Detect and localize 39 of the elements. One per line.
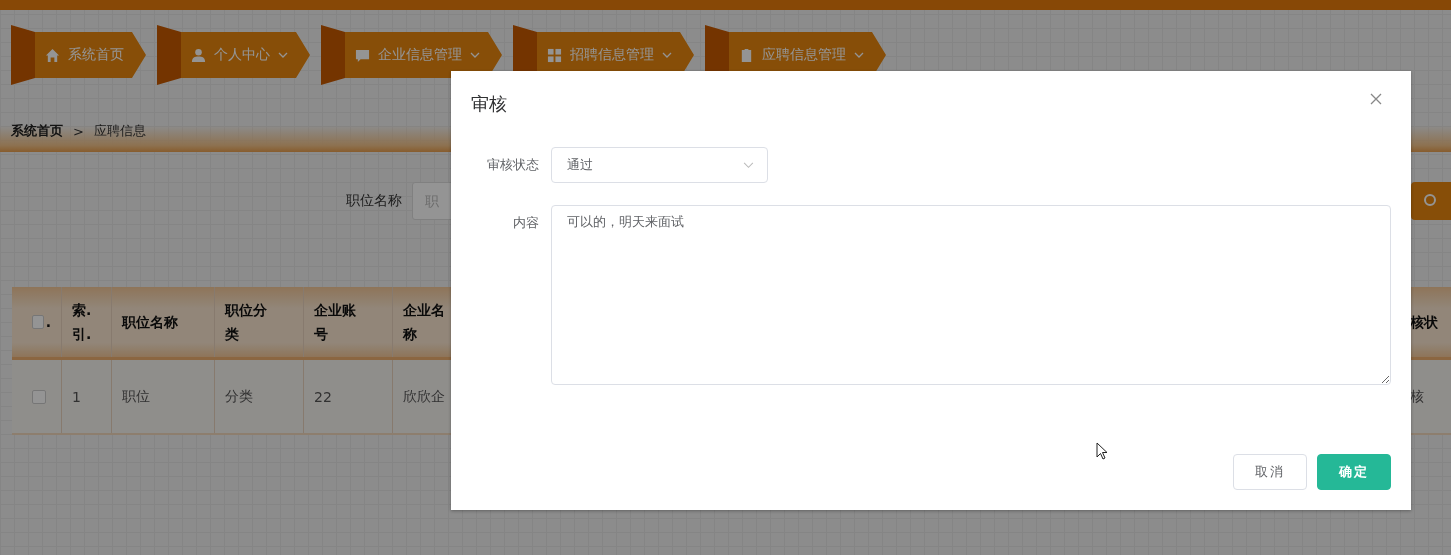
table-cell: 22 xyxy=(314,388,332,405)
status-select[interactable]: 通过 xyxy=(551,147,768,183)
user-icon xyxy=(191,47,206,63)
table-cell: 欣欣企 xyxy=(403,387,445,406)
dialog-title: 审核 xyxy=(471,92,507,116)
checkbox[interactable] xyxy=(32,315,44,329)
table-cell: 1 xyxy=(72,388,81,405)
column-header: 职位分类 xyxy=(225,301,267,344)
content-textarea[interactable]: 可以的，明天来面试 xyxy=(551,205,1391,385)
chevron-down-icon xyxy=(743,161,754,169)
column-header: 核状 xyxy=(1410,313,1438,332)
row-checkbox[interactable] xyxy=(32,389,46,404)
field-label: 审核状态 xyxy=(486,156,540,174)
breadcrumb-item[interactable]: 系统首页 xyxy=(11,122,63,140)
grid-icon xyxy=(547,47,562,63)
chat-icon xyxy=(355,47,370,63)
search-label: 职位名称 xyxy=(346,192,402,210)
breadcrumb-separator: > xyxy=(73,123,84,139)
header-mark: . xyxy=(45,313,51,332)
nav-item[interactable]: 系统首页 xyxy=(11,25,146,85)
clipboard-icon xyxy=(739,47,754,63)
table-cell: 分类 xyxy=(225,387,253,406)
close-icon xyxy=(1370,93,1382,105)
column-header: 企业账号 xyxy=(314,301,356,344)
field-label: 内容 xyxy=(512,214,540,232)
column-header: 企业名称 xyxy=(403,301,445,344)
confirm-button[interactable]: 确定 xyxy=(1317,454,1391,490)
cancel-button[interactable]: 取消 xyxy=(1233,454,1307,490)
column-header: 职位名称 xyxy=(122,313,178,332)
home-icon xyxy=(45,47,60,63)
search-button[interactable] xyxy=(1411,182,1451,220)
nav-item[interactable]: 企业信息管理 xyxy=(321,25,502,85)
mouse-pointer-icon xyxy=(1096,442,1108,460)
close-button[interactable] xyxy=(1370,93,1382,105)
breadcrumb-item: 应聘信息 xyxy=(93,122,146,140)
column-header: 索.引. xyxy=(72,301,93,344)
table-cell: 核 xyxy=(1410,387,1424,406)
nav-item[interactable]: 个人中心 xyxy=(157,25,310,85)
table-cell: 职位 xyxy=(122,387,150,406)
